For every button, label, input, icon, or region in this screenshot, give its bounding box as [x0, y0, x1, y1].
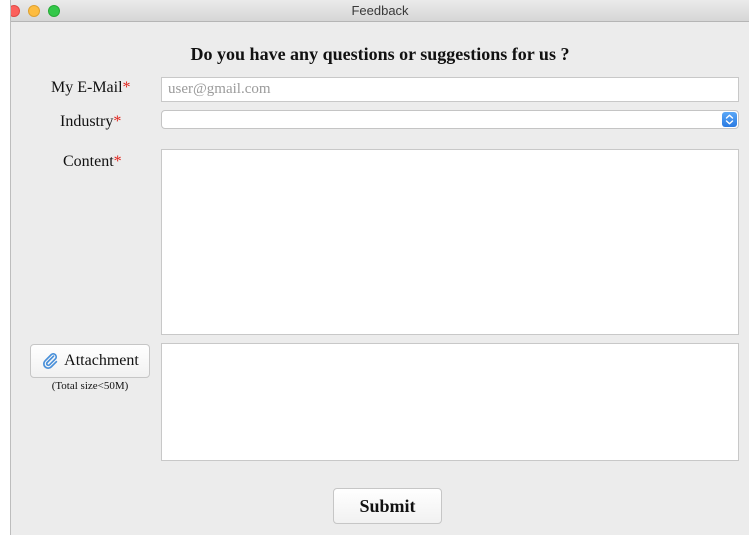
attachment-list[interactable]	[161, 343, 739, 461]
required-mark: *	[122, 79, 131, 96]
form-heading: Do you have any questions or suggestions…	[190, 44, 570, 64]
industry-label-text: Industry	[60, 113, 114, 130]
email-label-text: My E-Mail	[51, 79, 123, 96]
attachment-size-note: (Total size<50M)	[51, 380, 129, 392]
chevron-up-down-icon	[722, 112, 737, 127]
submit-button[interactable]: Submit	[333, 488, 442, 524]
title-bar[interactable]: Feedback	[11, 0, 749, 22]
industry-select[interactable]	[161, 110, 739, 129]
email-label: My E-Mail*	[51, 79, 131, 97]
chevron-up-down-icon-glyph	[725, 114, 734, 125]
email-field-box	[161, 77, 739, 102]
feedback-window: Feedback Do you have any questions or su…	[10, 0, 749, 535]
required-mark: *	[113, 113, 122, 130]
email-field[interactable]	[162, 78, 738, 101]
content-field-box	[161, 149, 739, 335]
window-title: Feedback	[351, 3, 409, 18]
industry-label: Industry*	[60, 113, 121, 131]
content-label-text: Content	[63, 153, 114, 170]
content-textarea[interactable]	[162, 150, 738, 334]
required-mark: *	[113, 153, 122, 170]
paperclip-icon	[43, 353, 58, 369]
content-label: Content*	[63, 153, 122, 171]
attachment-button-label: Attachment	[64, 352, 139, 369]
attachment-button[interactable]: Attachment	[30, 344, 150, 378]
